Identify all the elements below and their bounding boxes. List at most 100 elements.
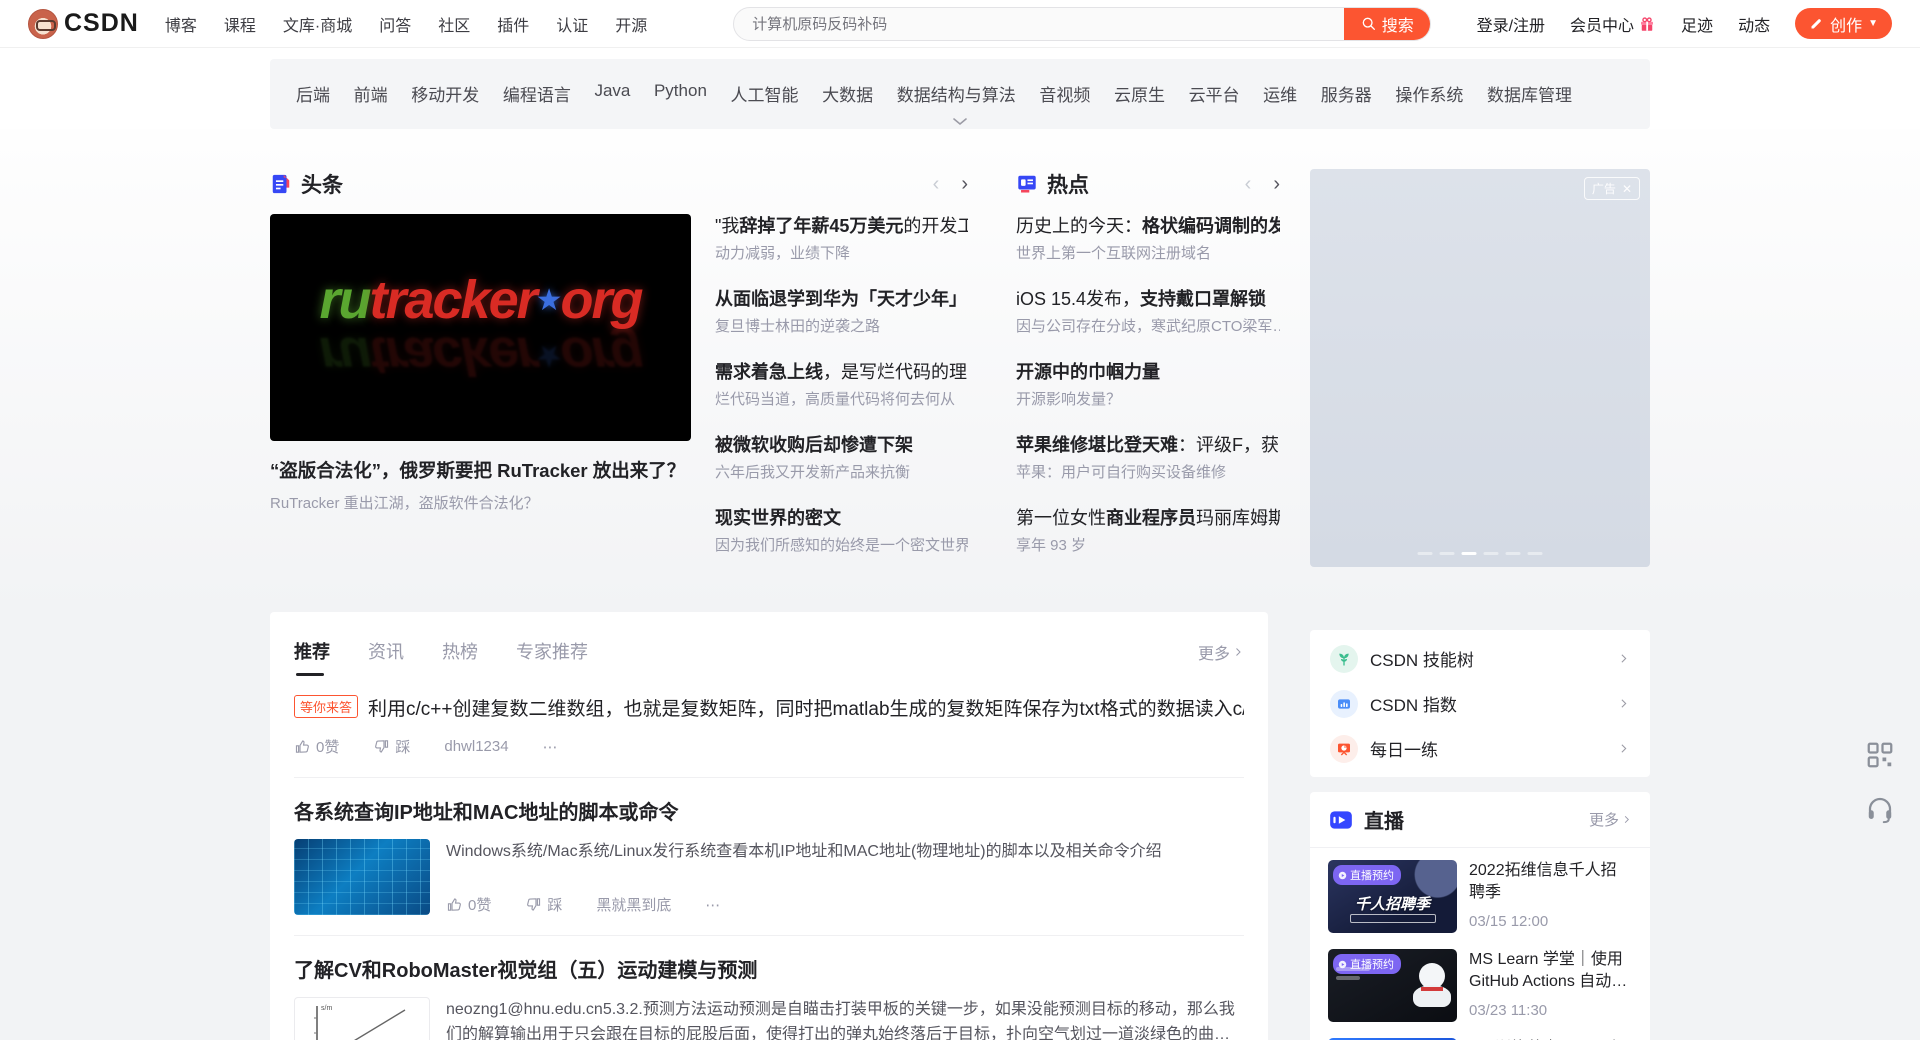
category-audio-video[interactable]: 音视频 bbox=[1039, 81, 1090, 106]
sidebar-item-skill-tree[interactable]: CSDN 技能树 bbox=[1310, 636, 1650, 681]
hotspots-prev-icon[interactable]: ‹ bbox=[1245, 174, 1252, 194]
hotspot-item[interactable]: 苹果维修堪比登天难：评级F，获… 苹果：用户可自行购买设备维修 bbox=[1016, 433, 1280, 483]
carousel-dot[interactable] bbox=[1506, 552, 1521, 555]
dislike-button[interactable]: 踩 bbox=[525, 894, 562, 915]
headlines-section: 头条 ‹ › rutracker★org rutracker★org bbox=[270, 169, 968, 579]
hotspot-item[interactable]: 第一位女性商业程序员玛丽库姆斯… 享年 93 岁 bbox=[1016, 506, 1280, 556]
rutracker-org: org bbox=[561, 270, 642, 330]
vip-center-link[interactable]: 会员中心 bbox=[1570, 12, 1656, 36]
category-os[interactable]: 操作系统 bbox=[1395, 81, 1463, 106]
nav-item-certification[interactable]: 认证 bbox=[556, 12, 588, 36]
category-frontend[interactable]: 前端 bbox=[354, 81, 388, 106]
article-author[interactable]: dhwl1234 bbox=[444, 738, 508, 755]
nav-item-courses[interactable]: 课程 bbox=[224, 12, 256, 36]
rutracker-logo-reflection: rutracker★org bbox=[319, 329, 641, 383]
sidebar-item-index[interactable]: CSDN 指数 bbox=[1310, 681, 1650, 726]
article-author[interactable]: 黑就黑到底 bbox=[596, 894, 671, 915]
headline-item[interactable]: 被微软收购后却惨遭下架 六年后我又开发新产品来抗衡 bbox=[715, 433, 968, 483]
search-button[interactable]: 搜索 bbox=[1344, 8, 1430, 40]
rutracker-ru: ru bbox=[319, 270, 369, 330]
category-expand-button[interactable] bbox=[952, 117, 968, 127]
category-ai[interactable]: 人工智能 bbox=[731, 81, 799, 106]
category-server[interactable]: 服务器 bbox=[1321, 81, 1372, 106]
ad-close-icon[interactable]: ✕ bbox=[1622, 182, 1632, 196]
category-mobile[interactable]: 移动开发 bbox=[411, 81, 479, 106]
qrcode-button[interactable] bbox=[1862, 737, 1898, 773]
headline-item[interactable]: 从面临退学到华为「天才少年」 复旦博士林田的逆袭之路 bbox=[715, 287, 968, 337]
csdn-logo[interactable]: CSDN bbox=[28, 9, 139, 39]
tab-ranking[interactable]: 热榜 bbox=[442, 638, 478, 676]
headline-item[interactable]: 需求着急上线，是写烂代码的理由… 烂代码当道，高质量代码将何去何从 bbox=[715, 360, 968, 410]
live-video-icon bbox=[1328, 807, 1354, 833]
category-cloudplatform[interactable]: 云平台 bbox=[1189, 81, 1240, 106]
main-story-title[interactable]: “盗版合法化”，俄罗斯要把 RuTracker 放出来了？ bbox=[270, 457, 691, 483]
login-register-link[interactable]: 登录/注册 bbox=[1477, 12, 1545, 36]
answer-wanted-badge: 等你来答 bbox=[294, 695, 358, 718]
tab-recommend[interactable]: 推荐 bbox=[294, 638, 330, 676]
category-datastructure[interactable]: 数据结构与算法 bbox=[897, 81, 1016, 106]
nav-item-library-mall[interactable]: 文库·商城 bbox=[283, 12, 352, 36]
live-more-label: 更多 bbox=[1589, 809, 1619, 830]
thumb-up-icon bbox=[446, 896, 463, 913]
category-bigdata[interactable]: 大数据 bbox=[822, 81, 873, 106]
article-title[interactable]: 各系统查询IP地址和MAC地址的脚本或命令 bbox=[294, 796, 1244, 825]
carousel-dot[interactable] bbox=[1528, 552, 1543, 555]
live-item[interactable]: 直播预约 千人招聘季 2022拓维信息千人招聘季 03/15 12:00 bbox=[1310, 848, 1650, 937]
live-title: 直播 bbox=[1364, 805, 1404, 834]
carousel-dot[interactable] bbox=[1484, 552, 1499, 555]
dislike-button[interactable]: 踩 bbox=[373, 736, 410, 757]
headlines-next-icon[interactable]: › bbox=[961, 174, 968, 194]
footprint-link[interactable]: 足迹 bbox=[1681, 12, 1713, 36]
ad-banner[interactable]: 广告 ✕ bbox=[1310, 169, 1650, 567]
customer-service-button[interactable] bbox=[1862, 791, 1898, 827]
live-more-link[interactable]: 更多 bbox=[1589, 809, 1632, 830]
category-section: 后端 前端 移动开发 编程语言 Java Python 人工智能 大数据 数据结… bbox=[0, 47, 1920, 129]
nav-item-qa[interactable]: 问答 bbox=[379, 12, 411, 36]
carousel-dot[interactable] bbox=[1440, 552, 1455, 555]
category-cloudnative[interactable]: 云原生 bbox=[1114, 81, 1165, 106]
headline-item-title: 被微软收购后却惨遭下架 bbox=[715, 433, 968, 457]
category-database[interactable]: 数据库管理 bbox=[1487, 81, 1572, 106]
hotspot-item[interactable]: iOS 15.4发布，支持戴口罩解锁 因与公司存在分歧，寒武纪原CTO梁军… bbox=[1016, 287, 1280, 337]
svg-text:s/m: s/m bbox=[321, 1005, 332, 1012]
category-java[interactable]: Java bbox=[594, 81, 630, 106]
main-story-image[interactable]: rutracker★org rutracker★org bbox=[270, 214, 691, 441]
like-button[interactable]: 0赞 bbox=[446, 894, 491, 915]
category-ops[interactable]: 运维 bbox=[1263, 81, 1297, 106]
category-python[interactable]: Python bbox=[654, 81, 707, 106]
create-button[interactable]: 创作 ▼ bbox=[1795, 8, 1892, 39]
like-button[interactable]: 0赞 bbox=[294, 736, 339, 757]
article-thumbnail-chart[interactable]: s/m bbox=[294, 997, 430, 1040]
sidebar-item-daily-practice[interactable]: 每日一练 bbox=[1310, 726, 1650, 771]
hotspot-item[interactable]: 历史上的今天：格状编码调制的发… 世界上第一个互联网注册域名 bbox=[1016, 214, 1280, 264]
headlines-prev-icon[interactable]: ‹ bbox=[933, 174, 940, 194]
tab-news[interactable]: 资讯 bbox=[368, 638, 404, 676]
headline-item-title: 现实世界的密文 bbox=[715, 506, 968, 530]
chevron-right-icon bbox=[1232, 646, 1244, 658]
hotspot-item[interactable]: 开源中的巾帼力量 开源影响发量？ bbox=[1016, 360, 1280, 410]
live-item[interactable]: 直播预约 CA训练营 CA 训练营｜MAUI 跨平台应用开发实战 bbox=[1310, 1026, 1650, 1040]
tab-expert[interactable]: 专家推荐 bbox=[516, 638, 588, 676]
article-thumbnail-circuit[interactable] bbox=[294, 839, 430, 915]
nav-item-opensource[interactable]: 开源 bbox=[615, 12, 647, 36]
article-title[interactable]: 了解CV和RoboMaster视觉组（五）运动建模与预测 bbox=[294, 954, 1244, 983]
dynamic-link[interactable]: 动态 bbox=[1738, 12, 1770, 36]
category-programming-language[interactable]: 编程语言 bbox=[503, 81, 571, 106]
live-item[interactable]: 直播预约 MS Learn 学堂｜使用 GitHub Actions 自动执行…… bbox=[1310, 937, 1650, 1026]
article-desc: neozng1@hnu.edu.cn5.3.2.预测方法运动预测是自瞄击打装甲板… bbox=[446, 997, 1244, 1040]
nav-item-community[interactable]: 社区 bbox=[438, 12, 470, 36]
nav-item-blog[interactable]: 博客 bbox=[165, 12, 197, 36]
nav-item-plugins[interactable]: 插件 bbox=[497, 12, 529, 36]
search-input[interactable] bbox=[734, 8, 1344, 40]
article-title[interactable]: 等你来答利用c/c++创建复数二维数组，也就是复数矩阵，同时把matlab生成的… bbox=[294, 694, 1244, 721]
more-actions-icon[interactable]: ⋯ bbox=[543, 738, 558, 756]
category-backend[interactable]: 后端 bbox=[296, 81, 330, 106]
headline-item[interactable]: 现实世界的密文 因为我们所感知的始终是一个密文世界… bbox=[715, 506, 968, 556]
carousel-dot-active[interactable] bbox=[1462, 552, 1477, 555]
more-actions-icon[interactable]: ⋯ bbox=[705, 896, 720, 914]
feed-more-link[interactable]: 更多 bbox=[1198, 640, 1244, 676]
carousel-dot[interactable] bbox=[1418, 552, 1433, 555]
headline-item[interactable]: "我辞掉了年薪45万美元的开发工作" 动力减弱，业绩下降 bbox=[715, 214, 968, 264]
hotspots-next-icon[interactable]: › bbox=[1273, 174, 1280, 194]
hotspot-item-sub: 开源影响发量？ bbox=[1016, 390, 1280, 410]
